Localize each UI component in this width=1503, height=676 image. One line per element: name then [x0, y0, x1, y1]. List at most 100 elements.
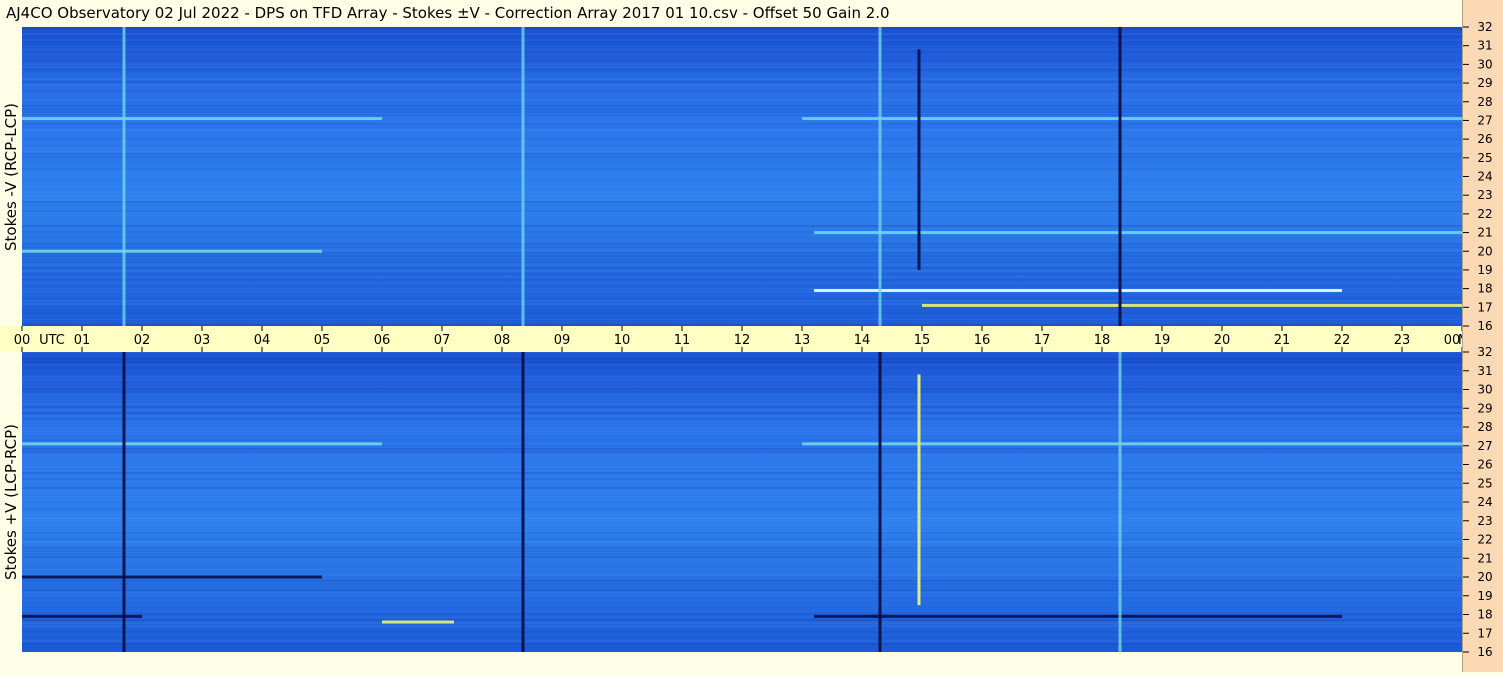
texture-band [22, 171, 1462, 173]
texture-band [22, 51, 1462, 53]
texture-band [22, 370, 1462, 372]
utc-tick-label: 09 [554, 333, 571, 348]
utc-unit-label: UTC [39, 333, 65, 348]
texture-band [22, 397, 1462, 399]
texture-band [22, 189, 1462, 191]
bottom-panel-ylabel: Stokes +V (LCP-RCP) [0, 352, 22, 652]
texture-band [22, 385, 1462, 387]
frequency-tick-label: 28 [1477, 95, 1492, 109]
utc-tick-label: 12 [734, 333, 751, 348]
texture-band [22, 81, 1462, 83]
texture-band [22, 514, 1462, 516]
texture-band [22, 607, 1462, 609]
texture-band [22, 472, 1462, 474]
texture-band [22, 216, 1462, 218]
texture-band [22, 604, 1462, 606]
texture-band [22, 99, 1462, 101]
texture-band [22, 300, 1462, 302]
frequency-tick-label: 32 [1477, 20, 1492, 34]
vertical-feature [878, 352, 882, 652]
texture-band [22, 418, 1462, 420]
texture-band [22, 532, 1462, 534]
texture-band [22, 75, 1462, 77]
horizontal-feature [922, 303, 1462, 307]
utc-time-axis: 00 01 02 03 04 05 06 07 08 09 10 11 12 13 14 15 16 17 18 19… [0, 326, 1486, 352]
texture-band [22, 177, 1462, 179]
utc-tick-label: 23 [1394, 333, 1411, 348]
texture-band [22, 237, 1462, 239]
texture-band [22, 583, 1462, 585]
texture-band [22, 27, 1462, 29]
texture-band [22, 358, 1462, 360]
frequency-tick-label: 21 [1477, 551, 1492, 565]
vertical-feature [878, 27, 882, 326]
utc-tick-label: 11 [674, 333, 691, 348]
frequency-tick-label: 32 [1477, 345, 1492, 359]
texture-band [22, 267, 1462, 269]
texture-band [22, 297, 1462, 299]
texture-band [22, 174, 1462, 176]
texture-band [22, 183, 1462, 185]
texture-band [22, 649, 1462, 651]
texture-band [22, 601, 1462, 603]
texture-band [22, 547, 1462, 549]
utc-tick-label: 18 [1094, 333, 1111, 348]
texture-band [22, 69, 1462, 71]
texture-band [22, 312, 1462, 314]
horizontal-feature [814, 231, 1462, 235]
texture-band [22, 147, 1462, 149]
texture-band [22, 57, 1462, 59]
texture-band [22, 361, 1462, 363]
texture-band [22, 466, 1462, 468]
texture-band [22, 559, 1462, 561]
texture-band [22, 550, 1462, 552]
frequency-tick-label: 25 [1477, 476, 1492, 490]
horizontal-feature [22, 249, 322, 253]
texture-band [22, 279, 1462, 281]
texture-band [22, 463, 1462, 465]
frequency-tick-label: 27 [1477, 113, 1492, 127]
texture-band [22, 114, 1462, 116]
spectrogram-background [22, 27, 1462, 326]
texture-band [22, 400, 1462, 402]
texture-band [22, 394, 1462, 396]
texture-band [22, 39, 1462, 41]
horizontal-feature [802, 117, 1462, 121]
horizontal-feature [22, 575, 322, 579]
texture-band [22, 150, 1462, 152]
texture-band [22, 261, 1462, 263]
texture-band [22, 270, 1462, 272]
utc-tick-label: 05 [314, 333, 331, 348]
utc-time-axis-svg: 00 01 02 03 04 05 06 07 08 09 10 11 12 13 14 15 16 17 18 19… [14, 326, 1486, 352]
texture-band [22, 391, 1462, 393]
texture-band [22, 388, 1462, 390]
texture-band [22, 409, 1462, 411]
texture-band [22, 439, 1462, 441]
utc-tick-label: 10 [614, 333, 631, 348]
texture-band [22, 478, 1462, 480]
texture-band [22, 63, 1462, 65]
horizontal-feature [814, 614, 1342, 618]
texture-band [22, 180, 1462, 182]
texture-band [22, 571, 1462, 573]
texture-band [22, 427, 1462, 429]
texture-band [22, 135, 1462, 137]
texture-band [22, 78, 1462, 80]
utc-tick-label: 16 [974, 333, 991, 348]
texture-band [22, 321, 1462, 323]
top-panel-ylabel: Stokes -V (RCP-LCP) [0, 27, 22, 326]
texture-band [22, 538, 1462, 540]
texture-band [22, 448, 1462, 450]
texture-band [22, 204, 1462, 206]
texture-band [22, 433, 1462, 435]
texture-band [22, 481, 1462, 483]
texture-band [22, 87, 1462, 89]
texture-band [22, 153, 1462, 155]
vertical-feature [917, 374, 921, 606]
texture-band [22, 273, 1462, 275]
vertical-feature [521, 27, 525, 326]
texture-band [22, 475, 1462, 477]
texture-band [22, 502, 1462, 504]
utc-tick-label: 03 [194, 333, 211, 348]
texture-band [22, 403, 1462, 405]
